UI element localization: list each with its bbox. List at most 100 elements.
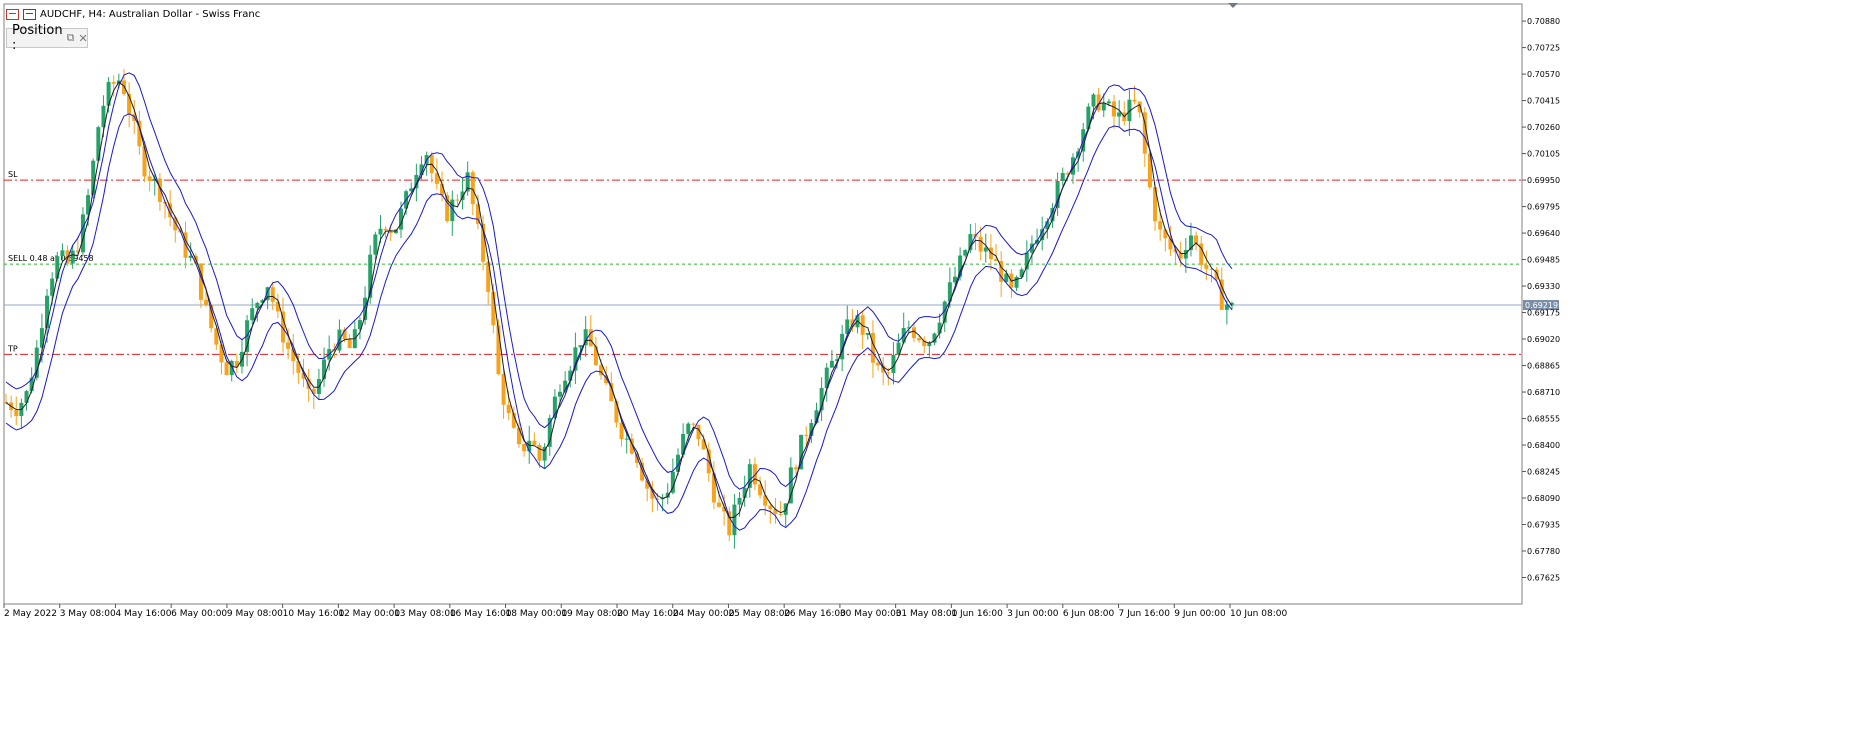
y-tick-label: 0.68710 [1527,388,1560,397]
candle-body [532,440,537,445]
x-tick-label: 10 May 16:00 [283,609,345,619]
candle-body [1060,172,1065,182]
candle-body [373,234,378,255]
y-tick-label: 0.70415 [1527,97,1560,106]
y-tick-label: 0.68090 [1527,494,1560,503]
x-tick-label: 1 Jun 16:00 [951,609,1003,619]
candle-body [578,345,583,348]
x-tick-label: 13 May 08:00 [394,609,456,619]
candle-body [224,362,229,376]
candle-body [55,256,60,279]
x-tick-label: 19 May 08:00 [561,609,623,619]
candle-body [1117,112,1122,117]
symbol-icon [23,8,36,20]
candle-body [219,344,224,363]
y-tick-label: 0.68865 [1527,362,1560,371]
x-tick-label: 3 May 08:00 [60,609,116,619]
candle-body [522,444,527,452]
x-tick-label: 9 Jun 00:00 [1174,609,1226,619]
candle-body [14,410,19,416]
candle-body [804,434,809,436]
candle-body [157,178,162,202]
candle-body [516,427,521,445]
x-tick-label: 24 May 00:00 [673,609,735,619]
price-chart[interactable]: SLSELL 0.48 at 0.69458TP0.69219 0.708800… [0,0,1868,743]
candle-body [886,372,891,374]
chart-icon [6,8,19,20]
x-tick-label: 4 May 16:00 [115,609,171,619]
x-tick-label: 26 May 16:00 [784,609,846,619]
candle-body [1163,229,1168,239]
y-tick-label: 0.67625 [1527,574,1560,583]
x-tick-label: 10 Jun 08:00 [1230,609,1287,619]
candle-body [752,464,757,485]
candle-body [717,502,722,507]
y-tick-label: 0.70880 [1527,17,1560,26]
y-tick-label: 0.69330 [1527,282,1560,291]
candle-body [558,391,563,397]
candle-body [70,250,75,264]
candle-body [737,497,742,505]
chart-title-bar: AUDCHF, H4: Australian Dollar - Swiss Fr… [6,6,260,22]
level-label-sell: SELL 0.48 at 0.69458 [8,254,94,263]
candle-body [691,423,696,425]
x-tick-label: 6 May 00:00 [171,609,227,619]
y-tick-label: 0.70725 [1527,44,1560,53]
x-tick-label: 20 May 16:00 [617,609,679,619]
candle-body [347,339,352,349]
candle-body [829,360,834,368]
candle-body [455,199,460,201]
candle-body [383,228,388,231]
candle-body [506,404,511,414]
candle-body [978,236,983,252]
candle-body [1106,101,1111,104]
candle-body [732,504,737,536]
y-tick-label: 0.69640 [1527,229,1560,238]
restore-icon[interactable]: ⧉ [67,31,75,45]
y-tick-label: 0.68400 [1527,441,1560,450]
position-panel[interactable]: Position : ⧉ ✕ [6,23,88,53]
candle-body [121,80,126,94]
time-axis: 2 May 2022 3 May 08:00 4 May 16:00 6 May 00… [3,604,1287,619]
x-tick-label: 31 May 08:00 [896,609,958,619]
candle-body [768,505,773,510]
x-tick-label: 3 Jun 00:00 [1007,609,1059,619]
y-tick-label: 0.68555 [1527,415,1560,424]
candle-body [491,291,496,326]
y-tick-label: 0.68245 [1527,468,1560,477]
y-tick-label: 0.69950 [1527,176,1560,185]
candle-body [111,82,116,84]
y-tick-label: 0.70570 [1527,70,1560,79]
level-label-tp: TP [7,344,18,353]
candle-body [255,302,260,309]
candle-body [1101,103,1106,111]
candle-body [593,346,598,366]
y-tick-label: 0.70260 [1527,123,1560,132]
y-tick-label: 0.69795 [1527,203,1560,212]
candle-body [1132,99,1137,102]
candle-body [624,438,629,440]
x-tick-label: 9 May 08:00 [227,609,283,619]
y-tick-label: 0.69175 [1527,309,1560,318]
candle-body [963,250,968,256]
x-tick-label: 7 Jun 16:00 [1119,609,1171,619]
candle-body [686,423,691,434]
x-tick-label: 25 May 08:00 [728,609,790,619]
candle-body [1183,249,1188,259]
x-tick-label: 2 May 2022 [4,609,57,619]
close-icon[interactable]: ✕ [78,32,87,45]
candle-body [1091,94,1096,107]
plot-background [3,3,1523,605]
candle-body [286,342,291,349]
chart-title: AUDCHF, H4: Australian Dollar - Swiss Fr… [40,8,261,20]
level-label-sl: SL [8,170,18,179]
price-axis: 0.70880 0.70725 0.70570 0.70415 0.70260 0.701… [1522,17,1560,583]
y-tick-label: 0.69485 [1527,256,1560,265]
candle-body [1158,221,1163,230]
candle-body [270,287,275,302]
candle-body [1219,279,1224,310]
x-tick-label: 6 Jun 08:00 [1063,609,1115,619]
candle-body [870,332,875,363]
candle-body [204,299,209,305]
y-tick-label: 0.67780 [1527,547,1560,556]
